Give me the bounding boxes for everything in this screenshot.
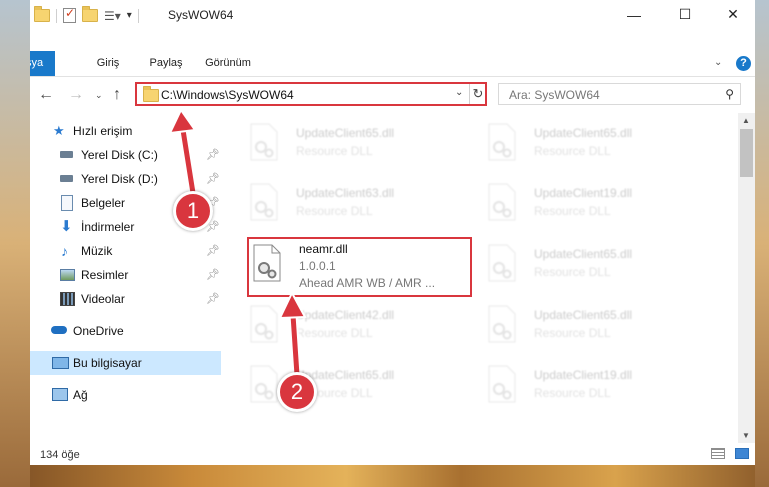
step-1-badge: 1 — [173, 191, 213, 231]
step-2-badge: 2 — [277, 372, 317, 412]
annotation-arrows — [168, 108, 307, 380]
explorer-window: ☰▾ ▾ SysWOW64 — ☐ ✕ Dosya Giriş Paylaş G… — [0, 0, 769, 487]
